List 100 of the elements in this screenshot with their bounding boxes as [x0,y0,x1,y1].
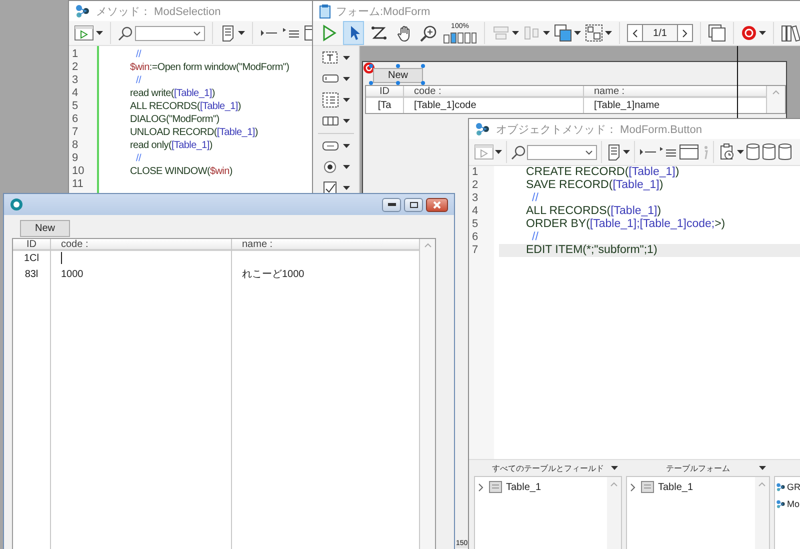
list-tool-icon[interactable] [322,92,340,108]
search-field[interactable] [527,144,597,160]
search-icon[interactable] [118,26,133,40]
run-icon[interactable] [74,25,94,41]
zoom-in-icon[interactable] [420,24,437,42]
selection-handle[interactable] [396,64,400,68]
maximize-icon [410,202,418,208]
caret-icon[interactable] [611,466,618,470]
code-row[interactable]: // [499,231,800,244]
new-button[interactable]: New [20,220,70,237]
selection-handle[interactable] [369,81,373,85]
table-cell[interactable]: れこーど1000 [232,267,419,283]
table-cell[interactable]: [Table_1]name [584,98,766,114]
caret-icon[interactable] [343,119,350,123]
caret-icon[interactable] [343,144,350,148]
document-icon[interactable] [606,144,622,160]
list-item[interactable]: Table_1 [506,482,542,492]
table-cell[interactable]: 1000 [51,267,231,283]
text-tool-icon[interactable] [322,50,340,66]
hand-icon[interactable] [396,24,412,42]
clipboard-icon[interactable] [718,143,736,161]
selection-handle[interactable] [421,64,425,68]
chevron-right-icon[interactable] [478,482,484,492]
list-icon[interactable] [659,146,677,158]
chevron-right-icon[interactable] [630,482,636,492]
code-row[interactable]: // [499,192,800,205]
document-icon[interactable] [220,24,236,42]
column-header[interactable]: ID [13,239,50,251]
zoom-level-icon[interactable] [443,30,477,44]
selection-handle[interactable] [421,81,425,85]
caret-icon[interactable] [96,31,103,35]
new-button[interactable]: New [373,68,423,83]
scrollbar[interactable] [767,86,785,113]
column-header[interactable]: name : [584,86,766,98]
column-header[interactable]: code : [404,86,583,98]
caret-icon[interactable] [737,150,744,154]
scrollbar[interactable] [607,477,621,549]
table-cell[interactable]: [Table_1]code [404,98,583,114]
table-cell[interactable]: 83l [13,267,50,283]
selection-handle[interactable] [396,81,400,85]
caret-icon[interactable] [759,466,766,470]
column-header[interactable]: name : [232,239,419,251]
caret-icon[interactable] [343,186,350,190]
caret-icon[interactable] [495,150,502,154]
code-row[interactable]: ORDER BY([Table_1];[Table_1]code;>) [499,218,800,231]
code-row[interactable]: EDIT ITEM(*;"subform";1) [499,244,800,257]
layers-icon[interactable] [554,24,572,42]
caret-icon[interactable] [543,31,550,35]
caret-icon[interactable] [512,31,519,35]
code-row[interactable]: SAVE RECORD([Table_1]) [499,179,800,192]
next-page-button[interactable] [677,25,692,41]
pages-icon[interactable] [708,24,726,42]
caret-icon[interactable] [759,31,766,35]
minimize-button[interactable] [382,198,401,212]
search-icon[interactable] [511,144,526,160]
group-icon[interactable] [585,24,603,42]
scrollbar[interactable] [755,477,769,549]
database-icon[interactable] [746,143,760,161]
database-icon[interactable] [778,143,792,161]
list-box[interactable]: Table_1 [474,476,622,549]
caret-icon[interactable] [343,165,350,169]
path-tool-icon[interactable] [370,25,386,41]
list-box[interactable]: GR Mo [774,476,800,549]
caret-icon[interactable] [343,56,350,60]
caret-icon[interactable] [574,31,581,35]
books-icon[interactable] [781,24,800,42]
maximize-button[interactable] [404,198,423,212]
list-item[interactable]: GR [787,482,800,492]
indent-icon[interactable] [260,28,278,38]
list-box[interactable]: Table_1 [626,476,770,549]
scrollbar[interactable] [420,239,435,549]
caret-icon[interactable] [343,98,350,102]
selection-handle[interactable] [369,64,373,68]
table-cell[interactable]: [Ta [366,98,403,114]
database-icon[interactable] [762,143,776,161]
caret-icon[interactable] [623,150,630,154]
list-icon[interactable] [282,27,300,39]
code-line: DIALOG("ModForm") [130,114,220,125]
list-box[interactable]: ID [Ta code : [Table_1]code name : [Table_1]name [365,85,786,114]
list-item[interactable]: Table_1 [658,482,694,492]
chevron-down-icon[interactable] [193,30,201,36]
column-header[interactable]: code : [51,239,231,251]
previous-page-button[interactable] [628,25,643,41]
list-item[interactable]: Mo [787,499,800,509]
code-row[interactable]: CREATE RECORD([Table_1]) [499,166,800,179]
window-icon[interactable] [679,144,699,160]
table-cell[interactable]: 1Cl [13,251,50,267]
method-icon [75,4,91,18]
list-box[interactable]: ID 1Cl 83l code : 1000 name : れこーど1000 [12,238,436,549]
code-row[interactable]: ALL RECORDS([Table_1]) [499,205,800,218]
close-button[interactable] [426,198,448,212]
caret-icon[interactable] [605,31,612,35]
line-number: 9 [71,152,80,165]
search-field[interactable] [135,26,205,40]
chevron-down-icon[interactable] [585,150,593,154]
column-header[interactable]: ID [366,86,403,98]
debug-icon[interactable] [741,25,757,41]
indent-icon[interactable] [639,147,657,157]
caret-icon[interactable] [343,77,350,81]
caret-icon[interactable] [238,31,245,35]
